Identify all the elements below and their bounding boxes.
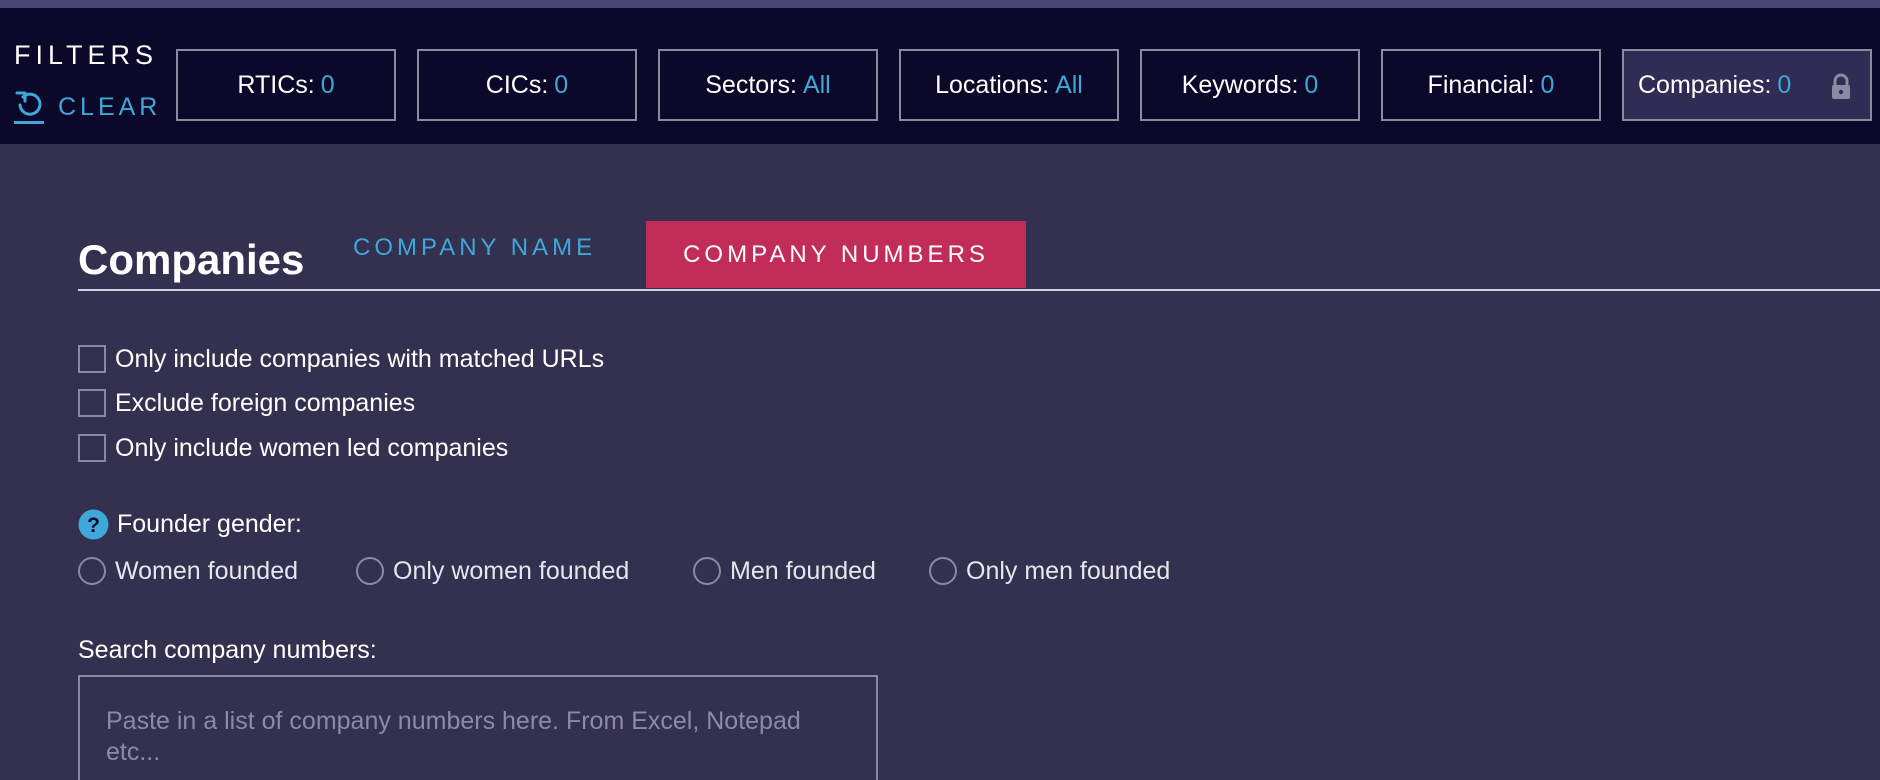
chip-label: RTICs:	[237, 70, 315, 99]
chip-label: Keywords:	[1181, 70, 1299, 99]
radio-label: Only women founded	[393, 556, 630, 585]
radio-women-founded[interactable]: Women founded	[78, 555, 298, 587]
company-numbers-input[interactable]	[78, 675, 878, 780]
tab-company-numbers[interactable]: COMPANY NUMBERS	[646, 221, 1026, 288]
radio-circle[interactable]	[929, 557, 957, 585]
radio-only-women-founded[interactable]: Only women founded	[356, 555, 629, 587]
filter-chip-rtics[interactable]: RTICs: 0	[176, 49, 396, 121]
filter-chip-keywords[interactable]: Keywords: 0	[1140, 49, 1360, 121]
top-accent-strip	[0, 0, 1880, 8]
checkbox-box[interactable]	[78, 434, 106, 462]
filter-chip-financial[interactable]: Financial: 0	[1381, 49, 1601, 121]
radio-circle[interactable]	[356, 557, 384, 585]
chip-label: Companies:	[1638, 70, 1772, 99]
search-company-numbers-label: Search company numbers:	[78, 636, 377, 664]
radio-circle[interactable]	[693, 557, 721, 585]
tab-divider	[78, 289, 1880, 291]
help-icon[interactable]: ?	[78, 509, 109, 540]
radio-label: Men founded	[730, 556, 876, 585]
tab-company-name[interactable]: COMPANY NAME	[353, 234, 596, 262]
radio-circle[interactable]	[78, 557, 106, 585]
checkbox-label: Only include women led companies	[115, 433, 509, 462]
chip-label: Financial:	[1427, 70, 1535, 99]
chip-label: CICs:	[485, 70, 549, 99]
clear-label: CLEAR	[58, 92, 162, 121]
lock-icon	[1832, 73, 1850, 99]
checkbox-box[interactable]	[78, 389, 106, 417]
chip-value: 0	[320, 70, 335, 99]
chip-value: 0	[1304, 70, 1319, 99]
chip-label: Locations:	[935, 70, 1050, 99]
founder-gender-heading: ? Founder gender:	[78, 508, 302, 540]
chip-value: 0	[554, 70, 569, 99]
svg-text:?: ?	[87, 514, 100, 537]
radio-label: Women founded	[115, 556, 298, 585]
radio-label: Only men founded	[966, 556, 1171, 585]
checkbox-box[interactable]	[78, 345, 106, 373]
chip-value: All	[802, 70, 831, 99]
page-title: Companies	[78, 236, 305, 283]
checkbox-women-led[interactable]: Only include women led companies	[78, 432, 508, 464]
filter-chip-locations[interactable]: Locations: All	[899, 49, 1119, 121]
checkbox-exclude-foreign[interactable]: Exclude foreign companies	[78, 387, 415, 419]
filter-chip-sectors[interactable]: Sectors: All	[658, 49, 878, 121]
filter-bar: FILTERS CLEAR RTICs: 0 CICs: 0 Sectors: All…	[0, 8, 1880, 144]
chip-value: 0	[1540, 70, 1555, 99]
chip-value: All	[1055, 70, 1083, 99]
checkbox-matched-urls[interactable]: Only include companies with matched URLs	[78, 343, 604, 375]
founder-gender-label: Founder gender:	[117, 509, 302, 538]
chip-value: 0	[1777, 70, 1792, 99]
radio-men-founded[interactable]: Men founded	[693, 555, 876, 587]
filter-chip-cics[interactable]: CICs: 0	[417, 49, 637, 121]
radio-only-men-founded[interactable]: Only men founded	[929, 555, 1170, 587]
filters-title: FILTERS	[14, 40, 159, 70]
filter-chip-companies[interactable]: Companies: 0	[1622, 49, 1872, 121]
chip-label: Sectors:	[705, 70, 797, 99]
checkbox-label: Only include companies with matched URLs	[115, 344, 605, 373]
undo-arrow-icon	[14, 91, 44, 124]
checkbox-label: Exclude foreign companies	[115, 388, 416, 417]
clear-filters-button[interactable]: CLEAR	[14, 86, 161, 128]
